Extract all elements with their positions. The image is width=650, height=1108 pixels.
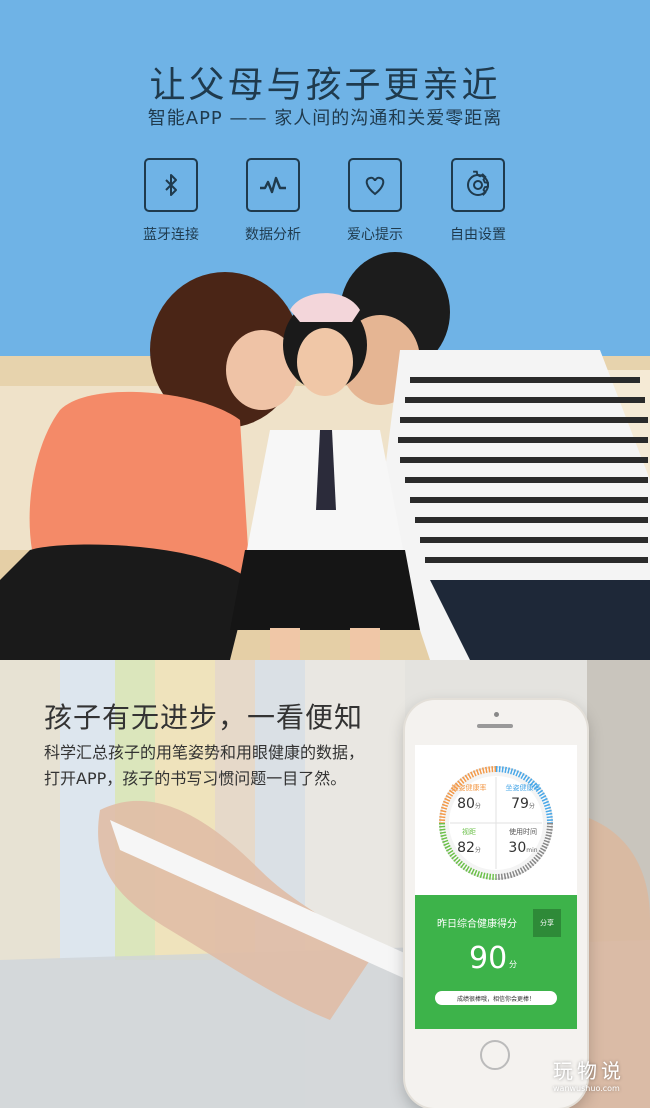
metric-value: 30 [508,840,527,856]
metric-label: 使用时间 [509,828,537,836]
feature-section: 孩子有无进步，一看便知 科学汇总孩子的用笔姿势和用眼健康的数据， 打开APP，孩… [0,660,650,1108]
bluetooth-icon [144,158,198,212]
speaker-slot [477,724,513,728]
metric-posture: 坐姿健康率 79分 [498,783,548,812]
score-panel: 昨日综合健康得分 分享 90 分 成绩很棒哦，相信你会更棒！ [415,895,577,1029]
health-gauge [439,766,553,880]
metric-label: 握姿健康率 [451,784,487,792]
metric-value: 80 [457,796,475,812]
banner-subtitle: 智能APP —— 家人间的沟通和关爱零距离 [147,108,503,129]
feature-list: 蓝牙连接 数据分析 爱心提示 自由设置 [0,158,650,248]
metric-value: 82 [457,840,475,856]
metric-label: 视距 [462,828,476,836]
watermark-logo: 玩物说 [553,1059,625,1083]
metric-time: 使用时间 30min [498,827,548,856]
metric-grip: 握姿健康率 80分 [444,783,494,812]
family-photo [0,250,650,660]
phone-mockup: 握姿健康率 80分 坐姿健康率 79分 视距 82分 使用时间 30min 昨日… [405,700,587,1108]
description-line: 打开APP，孩子的书写习惯问题一目了然。 [44,769,347,788]
heart-icon [348,158,402,212]
feature-settings: 自由设置 [433,158,523,244]
metric-unit: min [526,847,538,854]
feature-label: 自由设置 [450,227,506,243]
metric-unit: 分 [528,803,535,810]
watermark-url: wanwushuo.com [553,1084,620,1093]
metric-label: 坐姿健康率 [505,784,541,792]
feature-label: 爱心提示 [347,227,403,243]
home-button[interactable] [480,1040,510,1070]
encouragement-message: 成绩很棒哦，相信你会更棒！ [435,991,557,1005]
metric-unit: 分 [474,847,481,854]
feature-analysis: 数据分析 [228,158,318,244]
watermark: 玩物说 wanwushuo.com [553,1055,647,1093]
pulse-icon [246,158,300,212]
metric-unit: 分 [474,803,481,810]
feature-label: 数据分析 [245,227,301,243]
app-screen: 握姿健康率 80分 坐姿健康率 79分 视距 82分 使用时间 30min 昨日… [415,745,577,1029]
score-title: 昨日综合健康得分 [437,919,517,930]
metric-value: 79 [511,796,529,812]
banner-title: 让父母与孩子更亲近 [149,65,501,106]
score-value: 90 [469,941,508,976]
description-line: 科学汇总孩子的用笔姿势和用眼健康的数据， [44,743,365,762]
share-button[interactable]: 分享 [533,909,561,937]
feature-label: 蓝牙连接 [143,227,199,243]
section-title: 孩子有无进步，一看便知 [44,701,364,734]
score-unit: 分 [509,960,517,969]
metric-distance: 视距 82分 [444,827,494,856]
camera-dot [494,712,499,717]
feature-heart: 爱心提示 [330,158,420,244]
feature-bluetooth: 蓝牙连接 [126,158,216,244]
section-description: 科学汇总孩子的用笔姿势和用眼健康的数据， 打开APP，孩子的书写习惯问题一目了然… [44,740,364,792]
gear-icon [451,158,505,212]
